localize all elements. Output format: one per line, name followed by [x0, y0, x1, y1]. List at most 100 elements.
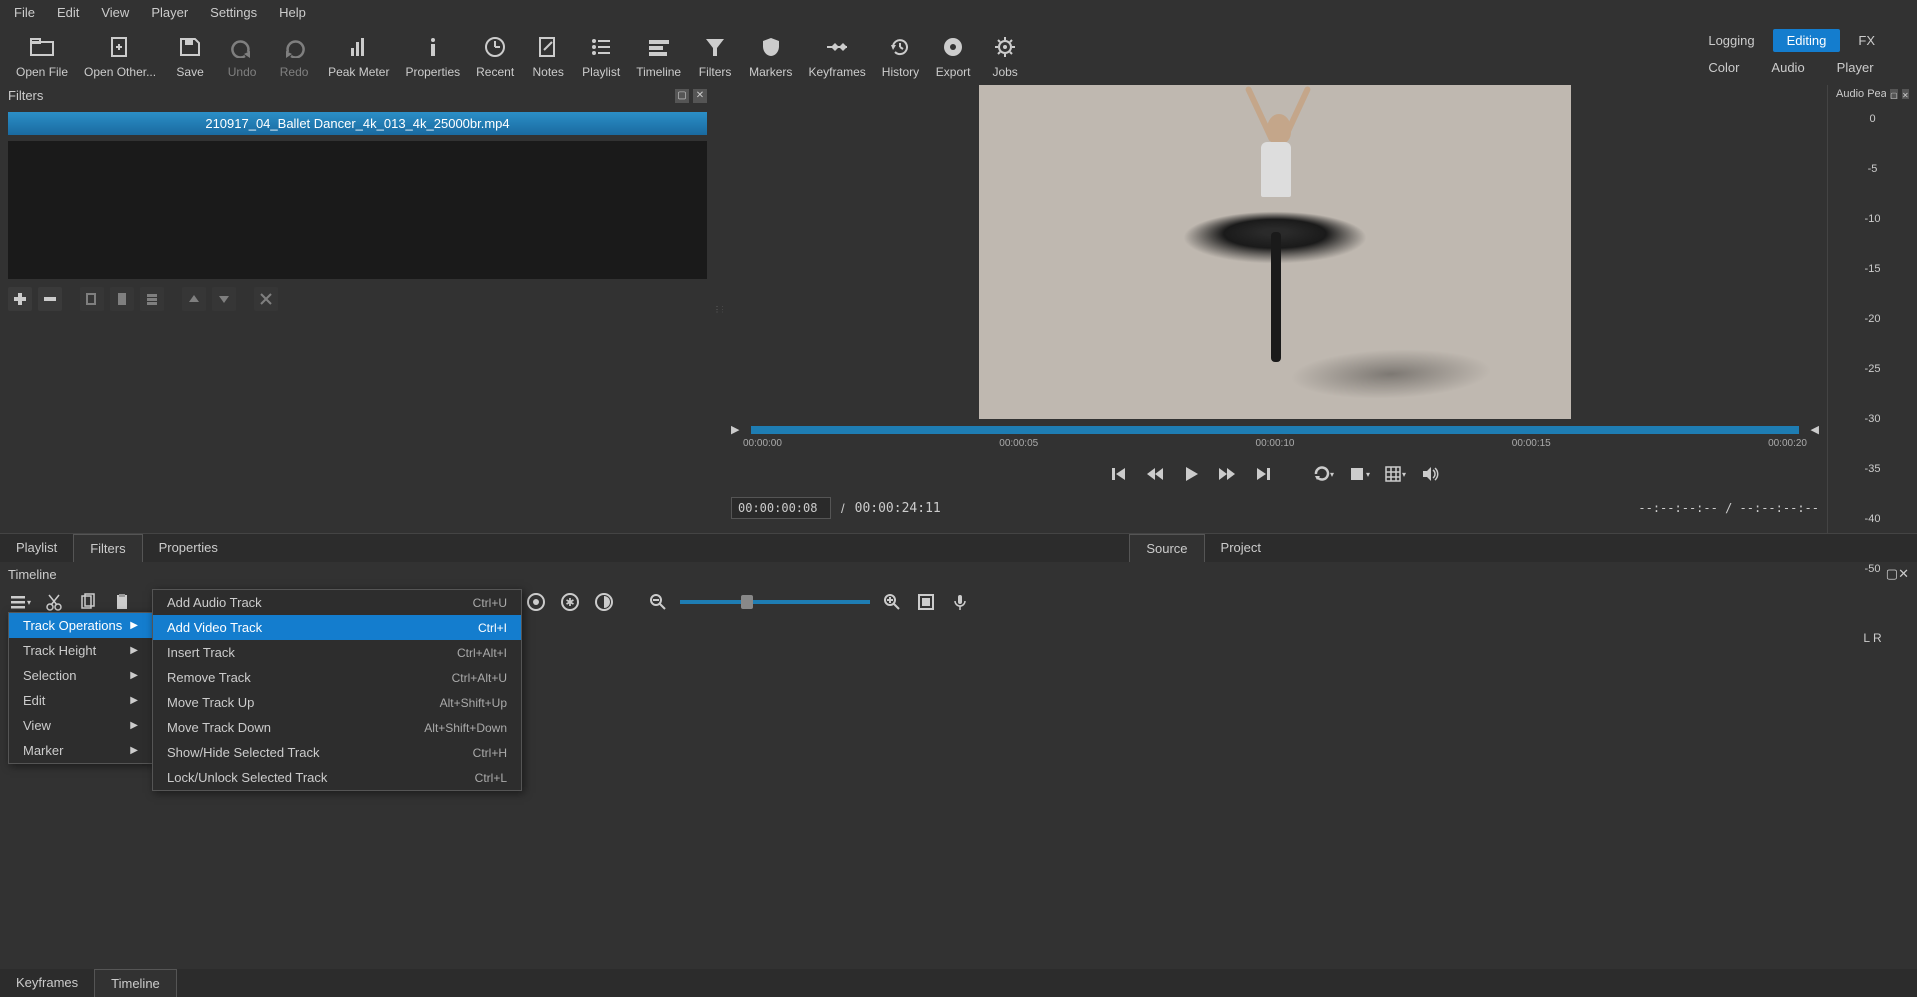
copy-filter-button[interactable] [80, 287, 104, 311]
menu-item-marker[interactable]: Marker▶ [9, 738, 152, 763]
menu-item-add-video-track[interactable]: Add Video TrackCtrl+I [153, 615, 521, 640]
tab-source[interactable]: Source [1129, 534, 1204, 562]
skip-previous-button[interactable] [1108, 463, 1130, 485]
layout-player[interactable]: Player [1823, 56, 1888, 79]
open-file-button[interactable]: Open File [8, 29, 76, 81]
timeline-button[interactable]: Timeline [628, 29, 689, 81]
out-point-icon[interactable]: ◀ [1811, 423, 1819, 436]
ripple-button[interactable]: ✱ [558, 590, 582, 614]
skip-next-button[interactable] [1252, 463, 1274, 485]
open-other--button[interactable]: Open Other... [76, 29, 164, 81]
layout-logging[interactable]: Logging [1694, 29, 1768, 52]
paste-button[interactable] [110, 590, 134, 614]
menu-item-edit[interactable]: Edit▶ [9, 688, 152, 713]
tab-playlist[interactable]: Playlist [0, 534, 73, 562]
add-filter-button[interactable] [8, 287, 32, 311]
move-filter-up-button[interactable] [182, 287, 206, 311]
tab-filters[interactable]: Filters [73, 534, 142, 562]
menu-help[interactable]: Help [269, 2, 316, 23]
undo-button[interactable]: Undo [216, 29, 268, 81]
menu-edit[interactable]: Edit [47, 2, 89, 23]
peak-scale-mark: -20 [1828, 313, 1917, 363]
footer-tab-timeline[interactable]: Timeline [94, 969, 177, 997]
menu-player[interactable]: Player [141, 2, 198, 23]
filters-button[interactable]: Filters [689, 29, 741, 81]
tab-properties[interactable]: Properties [143, 534, 234, 562]
fast-forward-button[interactable] [1216, 463, 1238, 485]
preview-scrubber[interactable]: ▶ ◀ 00:00:00 00:00:05 00:00:10 00:00:15 … [731, 423, 1819, 455]
volume-button[interactable] [1420, 463, 1442, 485]
panel-float-icon[interactable]: ▢ [1886, 566, 1898, 582]
notes-button[interactable]: Notes [522, 29, 574, 81]
shortcut-label: Ctrl+U [473, 596, 507, 610]
export-button[interactable]: Export [927, 29, 979, 81]
playlist-button[interactable]: Playlist [574, 29, 628, 81]
layout-color[interactable]: Color [1694, 56, 1753, 79]
zoom-fit-button[interactable] [914, 590, 938, 614]
paste-filter-button[interactable] [110, 287, 134, 311]
menu-settings[interactable]: Settings [200, 2, 267, 23]
filter-set-button[interactable] [140, 287, 164, 311]
copy-button[interactable] [76, 590, 100, 614]
menu-view[interactable]: View [91, 2, 139, 23]
peak-meter-button[interactable]: Peak Meter [320, 29, 397, 81]
history-button[interactable]: History [874, 29, 927, 81]
marker-button[interactable] [524, 590, 548, 614]
layout-fx[interactable]: FX [1844, 29, 1889, 52]
tab-project[interactable]: Project [1205, 534, 1277, 562]
move-filter-down-button[interactable] [212, 287, 236, 311]
menu-file[interactable]: File [4, 2, 45, 23]
menu-item-show-hide-selected-track[interactable]: Show/Hide Selected TrackCtrl+H [153, 740, 521, 765]
peak-scale-mark: -35 [1828, 463, 1917, 513]
save-button[interactable]: Save [164, 29, 216, 81]
grid-button[interactable]: ▾ [1384, 463, 1406, 485]
properties-button[interactable]: Properties [397, 29, 468, 81]
in-point-icon[interactable]: ▶ [731, 423, 739, 436]
menu-item-lock-unlock-selected-track[interactable]: Lock/Unlock Selected TrackCtrl+L [153, 765, 521, 790]
panel-float-icon[interactable]: ▢ [1890, 89, 1898, 99]
zoom-in-button[interactable] [880, 590, 904, 614]
ripple-all-button[interactable] [592, 590, 616, 614]
menu-item-remove-track[interactable]: Remove TrackCtrl+Alt+U [153, 665, 521, 690]
play-button[interactable] [1180, 463, 1202, 485]
menu-item-track-height[interactable]: Track Height▶ [9, 638, 152, 663]
menu-item-selection[interactable]: Selection▶ [9, 663, 152, 688]
markers-button[interactable]: Markers [741, 29, 800, 81]
redo-button[interactable]: Redo [268, 29, 320, 81]
zoom-slider[interactable] [680, 600, 870, 604]
footer-tab-keyframes[interactable]: Keyframes [0, 969, 94, 997]
panel-float-icon[interactable]: ▢ [675, 89, 689, 103]
layout-editing[interactable]: Editing [1773, 29, 1841, 52]
toolbar-label: Undo [228, 65, 257, 79]
rewind-button[interactable] [1144, 463, 1166, 485]
menu-item-view[interactable]: View▶ [9, 713, 152, 738]
zoom-fit-button[interactable]: ▾ [1348, 463, 1370, 485]
menu-item-insert-track[interactable]: Insert TrackCtrl+Alt+I [153, 640, 521, 665]
jobs-button[interactable]: Jobs [979, 29, 1031, 81]
menu-item-add-audio-track[interactable]: Add Audio TrackCtrl+U [153, 590, 521, 615]
deselect-filter-button[interactable] [254, 287, 278, 311]
filters-panel-title: Filters [8, 88, 43, 103]
timeline-menu-button[interactable]: ▾ [8, 590, 32, 614]
menu-item-track-operations[interactable]: Track Operations▶ [9, 613, 152, 638]
menu-item-move-track-down[interactable]: Move Track DownAlt+Shift+Down [153, 715, 521, 740]
panel-close-icon[interactable]: ✕ [693, 89, 707, 103]
timecode-input[interactable] [731, 497, 831, 519]
timeline-title: Timeline [8, 567, 57, 582]
toolbar-label: Keyframes [808, 65, 865, 79]
zoom-out-button[interactable] [646, 590, 670, 614]
remove-filter-button[interactable] [38, 287, 62, 311]
menu-item-move-track-up[interactable]: Move Track UpAlt+Shift+Up [153, 690, 521, 715]
cut-button[interactable] [42, 590, 66, 614]
record-audio-button[interactable] [948, 590, 972, 614]
shortcut-label: Ctrl+H [473, 746, 507, 760]
panel-close-icon[interactable]: ✕ [1902, 89, 1909, 99]
video-preview[interactable] [979, 85, 1571, 419]
keyframes-button[interactable]: Keyframes [800, 29, 873, 81]
layout-audio[interactable]: Audio [1757, 56, 1818, 79]
splitter-handle[interactable]: ⋮⋮ [715, 85, 723, 533]
recent-button[interactable]: Recent [468, 29, 522, 81]
filter-clip-name[interactable]: 210917_04_Ballet Dancer_4k_013_4k_25000b… [8, 112, 707, 135]
panel-close-icon[interactable]: ✕ [1898, 566, 1909, 582]
loop-button[interactable]: ▾ [1312, 463, 1334, 485]
